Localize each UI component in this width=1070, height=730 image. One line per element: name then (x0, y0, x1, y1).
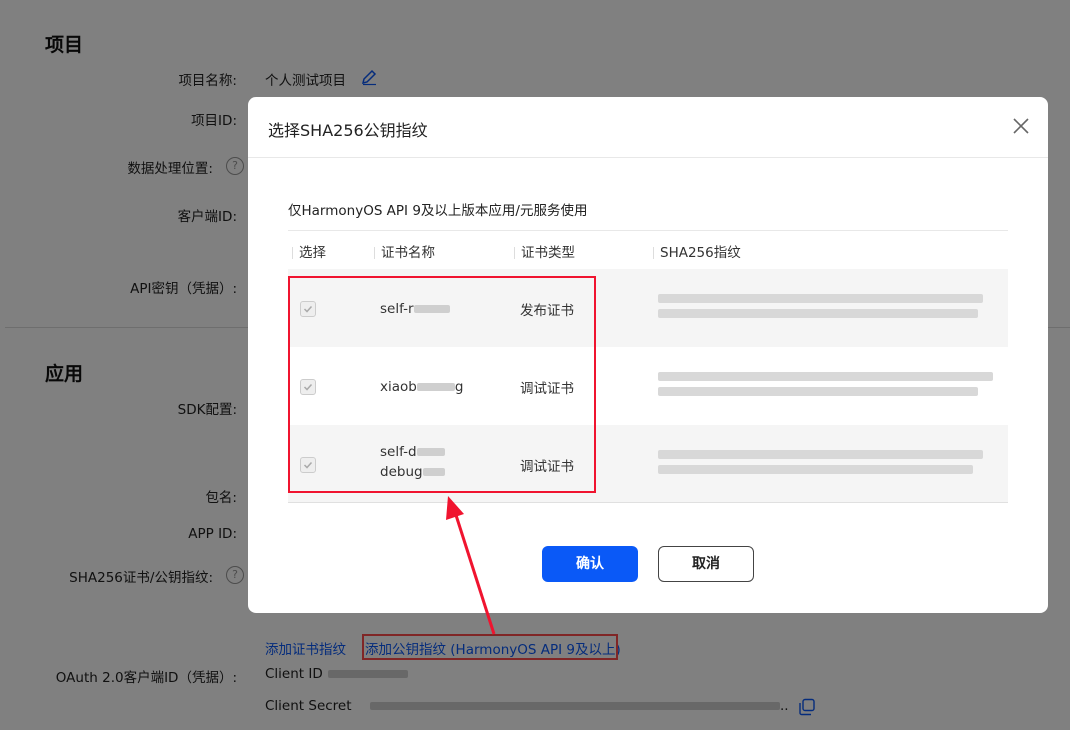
sdk-config-label: SDK配置: (177, 402, 237, 418)
edit-icon[interactable] (360, 68, 378, 86)
annotation-highlight-box (288, 276, 596, 493)
select-fingerprint-dialog: 选择SHA256公钥指纹 仅HarmonyOS API 9及以上版本应用/元服务… (248, 97, 1048, 613)
project-name-value: 个人测试项目 (265, 73, 346, 89)
section-title-project: 项目 (45, 34, 84, 56)
data-location-label: 数据处理位置: (127, 161, 213, 177)
table-header: 选择 证书名称 证书类型 SHA256指纹 (288, 230, 1008, 269)
api-version-note: 仅HarmonyOS API 9及以上版本应用/元服务使用 (288, 203, 588, 219)
client-secret-text: Client Secret (265, 698, 352, 714)
sha256-fingerprint-redacted (658, 444, 988, 480)
api-key-label: API密钥（凭据）: (130, 281, 237, 297)
help-icon[interactable]: ? (226, 157, 244, 175)
column-header-sha256: SHA256指纹 (653, 241, 741, 261)
dialog-header: 选择SHA256公钥指纹 (248, 97, 1048, 158)
client-id-label: 客户端ID: (177, 209, 237, 225)
help-icon[interactable]: ? (226, 566, 244, 584)
sha256-label: SHA256证书/公钥指纹: (69, 570, 213, 586)
redacted-value (370, 702, 780, 710)
confirm-button[interactable]: 确认 (542, 546, 638, 582)
project-name-label: 项目名称: (178, 73, 237, 89)
client-id-text: Client ID (265, 666, 323, 682)
oauth-label: OAuth 2.0客户端ID（凭据）: (55, 670, 237, 686)
sha256-fingerprint-redacted (658, 288, 988, 324)
package-name-label: 包名: (205, 490, 237, 506)
copy-icon[interactable] (798, 698, 816, 716)
column-header-cert-type: 证书类型 (514, 241, 575, 261)
add-cert-fingerprint-link[interactable]: 添加证书指纹 (265, 638, 346, 658)
table-bottom-border (288, 502, 1008, 503)
annotation-highlight-box (362, 634, 618, 660)
redacted-value (328, 670, 408, 678)
close-icon[interactable] (1010, 115, 1032, 137)
app-id-label: APP ID: (188, 526, 237, 542)
dialog-title: 选择SHA256公钥指纹 (268, 121, 428, 140)
section-title-app: 应用 (45, 363, 84, 385)
column-header-select: 选择 (292, 241, 326, 261)
project-id-label: 项目ID: (191, 113, 237, 129)
cancel-button[interactable]: 取消 (658, 546, 754, 582)
column-header-cert-name: 证书名称 (374, 241, 435, 261)
sha256-fingerprint-redacted (658, 366, 993, 402)
ellipsis-text: .. (780, 698, 789, 714)
